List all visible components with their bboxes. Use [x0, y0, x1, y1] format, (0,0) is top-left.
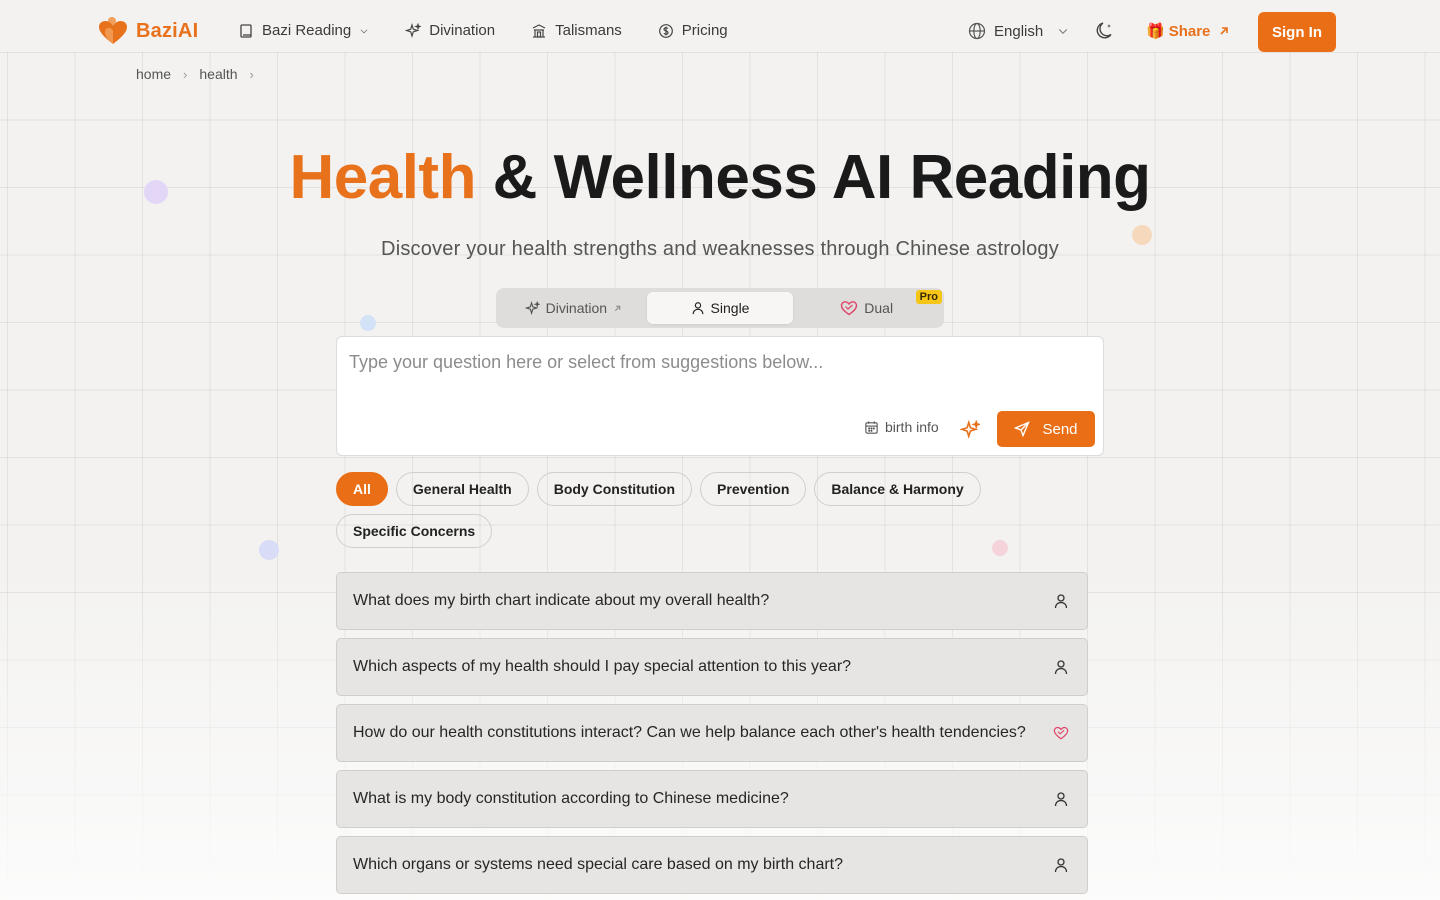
decor-dot: [259, 540, 279, 560]
sign-in-button[interactable]: Sign In: [1258, 12, 1336, 52]
category-filters: All General Health Body Constitution Pre…: [336, 472, 1016, 548]
share-label: Share: [1168, 22, 1211, 40]
question-item[interactable]: How do our health constitutions interact…: [336, 704, 1088, 762]
nav-label: Pricing: [681, 22, 728, 39]
top-nav: BaziAI Bazi Reading Divination Talismans…: [0, 0, 1440, 62]
category-chip-body-constitution[interactable]: Body Constitution: [536, 472, 693, 506]
chevron-right-icon: ›: [183, 66, 188, 82]
breadcrumb-home[interactable]: home: [136, 66, 171, 82]
arrow-up-right-icon: [614, 305, 621, 311]
user-icon: [692, 302, 703, 315]
arrow-up-right-icon: [1220, 27, 1229, 35]
question-box: birth info Send: [336, 336, 1104, 456]
chevron-down-icon: [360, 28, 368, 33]
sparkles-icon[interactable]: [960, 420, 980, 440]
page-subtitle: Discover your health strengths and weakn…: [381, 238, 1059, 260]
heart-icon: [1053, 726, 1069, 740]
question-text: How do our health constitutions interact…: [353, 724, 1026, 741]
mode-label: Single: [710, 300, 750, 316]
user-icon: [1054, 858, 1068, 873]
nav-label: Talismans: [555, 22, 622, 39]
question-item[interactable]: What is my body constitution according t…: [336, 770, 1088, 828]
app-name: BaziAI: [136, 19, 199, 42]
share-button[interactable]: 🎁 Share: [1146, 22, 1230, 40]
mode-divination[interactable]: Divination: [500, 292, 647, 324]
birth-info-button[interactable]: birth info: [864, 419, 939, 435]
suggested-questions: What does my birth chart indicate about …: [336, 572, 1088, 900]
mode-dual[interactable]: Dual Pro: [793, 290, 943, 324]
chevron-right-icon: ›: [249, 66, 254, 82]
page-title-accent: Health: [289, 143, 476, 212]
question-text: What does my birth chart indicate about …: [353, 592, 770, 609]
question-input[interactable]: [349, 347, 1089, 377]
send-icon: [1014, 421, 1031, 437]
send-button[interactable]: Send: [997, 411, 1095, 447]
nav-talismans[interactable]: Talismans: [531, 22, 622, 39]
page-title: Health & Wellness AI Reading: [0, 142, 1440, 213]
category-chip-balance-harmony[interactable]: Balance & Harmony: [814, 472, 981, 506]
mode-label: Dual: [864, 300, 894, 316]
breadcrumb-health[interactable]: health: [199, 66, 237, 82]
moon-icon[interactable]: [1094, 20, 1116, 42]
mode-single[interactable]: Single: [646, 292, 794, 324]
chevron-down-icon: [1059, 29, 1068, 34]
sparkles-icon: [405, 22, 422, 38]
question-item[interactable]: What does my birth chart indicate about …: [336, 572, 1088, 630]
nav-divination[interactable]: Divination: [405, 22, 495, 39]
category-chip-prevention[interactable]: Prevention: [700, 472, 807, 506]
decor-dot: [360, 315, 376, 331]
gift-icon: 🎁: [1146, 23, 1165, 40]
language-selector[interactable]: English: [968, 22, 1069, 40]
user-icon: [1054, 792, 1068, 807]
category-chip-specific-concerns[interactable]: Specific Concerns: [336, 514, 493, 548]
heart-icon: [841, 301, 858, 316]
category-chip-general-health[interactable]: General Health: [395, 472, 529, 506]
question-text: Which organs or systems need special car…: [353, 856, 844, 873]
pro-badge: Pro: [915, 290, 943, 304]
question-item[interactable]: Which aspects of my health should I pay …: [336, 638, 1088, 696]
nav-label: Divination: [429, 22, 496, 39]
language-label: English: [994, 22, 1044, 40]
send-label: Send: [1042, 420, 1078, 438]
breadcrumb: home › health ›: [136, 66, 254, 82]
nav-label: Bazi Reading: [262, 22, 352, 39]
user-icon: [1054, 660, 1068, 675]
category-chip-all[interactable]: All: [336, 472, 388, 506]
page-title-rest: & Wellness AI Reading: [475, 143, 1151, 212]
calendar-icon: [865, 420, 878, 434]
dollar-circle-icon: [658, 23, 673, 38]
user-icon: [1054, 594, 1068, 609]
globe-icon: [968, 22, 986, 40]
birth-info-label: birth info: [885, 419, 939, 435]
mode-switch: Divination Single Dual Pro: [496, 288, 944, 328]
logo[interactable]: BaziAI: [98, 16, 198, 46]
book-icon: [240, 23, 252, 38]
nav-pricing[interactable]: Pricing: [658, 22, 728, 39]
nav-bazi-reading[interactable]: Bazi Reading: [238, 22, 369, 39]
sparkles-icon: [524, 300, 540, 315]
mode-label: Divination: [545, 300, 608, 316]
question-text: Which aspects of my health should I pay …: [353, 658, 852, 675]
main-nav: Bazi Reading Divination Talismans Pricin…: [238, 22, 764, 39]
logo-heart-icon: [99, 17, 127, 44]
temple-icon: [532, 23, 546, 38]
question-item[interactable]: Which organs or systems need special car…: [336, 836, 1088, 894]
question-text: What is my body constitution according t…: [353, 790, 789, 807]
